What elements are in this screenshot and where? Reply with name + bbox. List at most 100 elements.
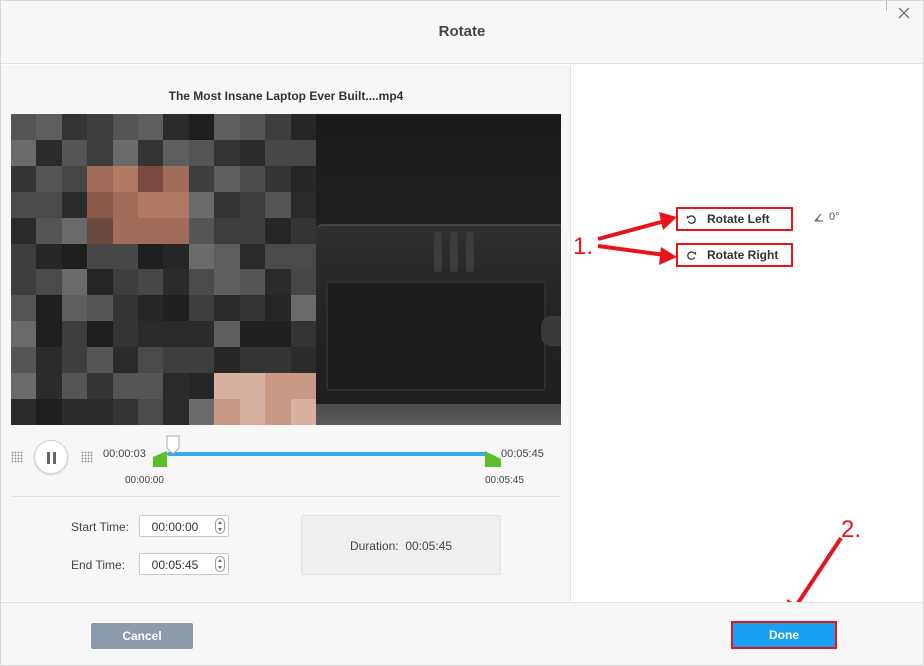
spinner-icon[interactable] (215, 518, 225, 534)
mosaic-tile (112, 191, 139, 218)
mosaic-tile (87, 114, 113, 140)
mosaic-tile (112, 373, 139, 400)
mosaic-tile (265, 165, 291, 192)
mosaic-tile (11, 373, 37, 400)
mosaic-tile (87, 243, 113, 270)
duration-display: Duration: 00:05:45 (301, 515, 501, 575)
device-panel (326, 281, 546, 391)
mosaic-tile (214, 321, 240, 348)
rotate-left-button[interactable]: Rotate Left (676, 207, 793, 231)
mosaic-tile (188, 347, 215, 374)
mosaic-tile (239, 295, 266, 322)
mosaic-tile (163, 269, 189, 296)
mosaic-tile (87, 139, 113, 166)
mosaic-tile (290, 165, 316, 192)
mosaic-tile (163, 114, 189, 140)
mosaic-tile (290, 139, 316, 166)
mosaic-tile (61, 114, 88, 140)
mosaic-tile (138, 217, 164, 244)
mosaic-tile (112, 295, 139, 322)
mosaic-tile (188, 321, 215, 348)
mosaic-tile (61, 347, 88, 374)
mosaic-tile (239, 217, 266, 244)
mosaic-tile (214, 114, 240, 140)
mosaic-tile (61, 191, 88, 218)
mosaic-tile (112, 321, 139, 348)
done-button[interactable]: Done (731, 621, 837, 649)
rotate-left-label: Rotate Left (707, 212, 770, 226)
mosaic-tile (36, 321, 62, 348)
mosaic-tile (61, 269, 88, 296)
dialog-footer: Cancel Done (1, 602, 923, 665)
mosaic-tile (138, 165, 164, 192)
device-ridge (466, 232, 474, 272)
mosaic-tile (112, 269, 139, 296)
trim-end-handle[interactable] (485, 451, 501, 467)
mosaic-tile (214, 217, 240, 244)
mosaic-tile (188, 243, 215, 270)
mosaic-tile (138, 139, 164, 166)
mosaic-tile (239, 399, 266, 425)
mosaic-tile (112, 399, 139, 425)
rotate-right-icon (687, 250, 697, 260)
mosaic-tile (87, 165, 113, 192)
mosaic-tile (138, 321, 164, 348)
mosaic-tile (138, 191, 164, 218)
current-time: 00:00:03 (103, 448, 146, 460)
mosaic-tile (87, 399, 113, 425)
mosaic-tile (61, 165, 88, 192)
spinner-icon[interactable] (215, 556, 225, 572)
drag-grip-icon[interactable] (11, 451, 23, 463)
mosaic-tile (214, 269, 240, 296)
mosaic-tile (61, 139, 88, 166)
device-ridge (434, 232, 442, 272)
mosaic-tile (87, 295, 113, 322)
rotate-right-button[interactable]: Rotate Right (676, 243, 793, 267)
pause-icon (47, 452, 50, 464)
mosaic-tile (290, 269, 316, 296)
duration-value: 00:05:45 (405, 539, 453, 553)
mosaic-tile (265, 243, 291, 270)
mosaic-tile (290, 295, 316, 322)
playback-controls: 00:00:03 00:05:45 00:00:00 00:05:45 (1, 435, 571, 495)
trim-start-handle[interactable] (153, 451, 169, 467)
mosaic-tile (87, 217, 113, 244)
mosaic-tile (188, 114, 215, 140)
mosaic-tile (11, 243, 37, 270)
mosaic-tile (214, 243, 240, 270)
mosaic-tile (163, 191, 189, 218)
trim-track[interactable] (167, 452, 487, 456)
mosaic-tile (61, 373, 88, 400)
mosaic-tile (112, 114, 139, 140)
mosaic-tile (163, 243, 189, 270)
mosaic-tile (188, 139, 215, 166)
mosaic-tile (36, 217, 62, 244)
drag-grip-icon[interactable] (81, 451, 93, 463)
mosaic-tile (188, 165, 215, 192)
mosaic-tile (11, 399, 37, 425)
mosaic-tile (11, 321, 37, 348)
mosaic-tile (11, 191, 37, 218)
mosaic-tile (163, 217, 189, 244)
mosaic-tile (265, 217, 291, 244)
mosaic-tile (87, 347, 113, 374)
end-time-input[interactable]: 00:05:45 (139, 553, 229, 575)
start-time-label: Start Time: (71, 520, 130, 534)
pause-button[interactable] (34, 440, 68, 474)
mosaic-tile (188, 217, 215, 244)
mosaic-tile (265, 269, 291, 296)
mosaic-tile (112, 347, 139, 374)
cancel-button[interactable]: Cancel (91, 623, 193, 649)
close-button[interactable] (895, 4, 913, 22)
section-divider (11, 496, 561, 497)
mosaic-tile (214, 139, 240, 166)
mosaic-tile (290, 191, 316, 218)
mosaic-tile (163, 399, 189, 425)
mosaic-tile (163, 321, 189, 348)
mosaic-tile (163, 295, 189, 322)
mosaic-tile (11, 269, 37, 296)
pause-icon (53, 452, 56, 464)
mosaic-tile (87, 269, 113, 296)
start-time-input[interactable]: 00:00:00 (139, 515, 229, 537)
rotation-angle: 0° (814, 211, 840, 223)
